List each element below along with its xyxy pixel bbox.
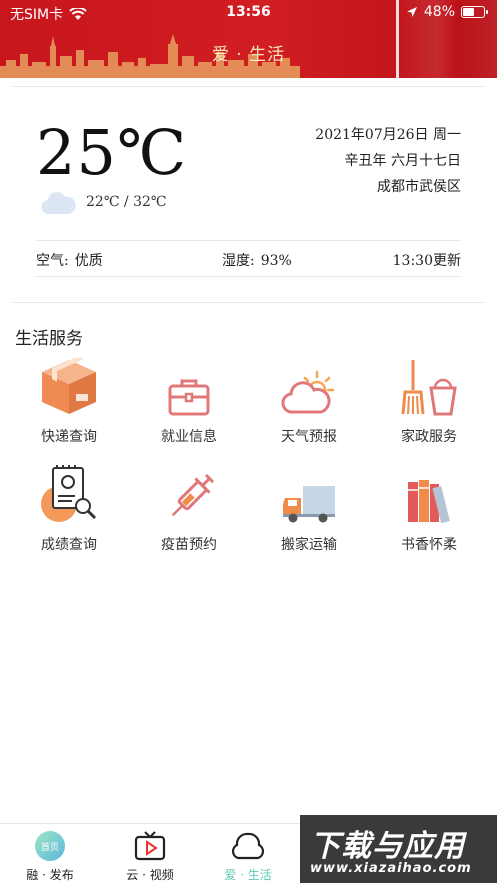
service-score-query[interactable]: 成绩查询: [14, 460, 124, 554]
tab-label: 融 · 发布: [26, 868, 74, 882]
air-quality: 空气: 优质: [36, 250, 103, 270]
syringe-icon: [171, 474, 214, 517]
tv-play-icon: [134, 831, 166, 861]
humidity-label: 湿度:: [222, 253, 255, 269]
location-arrow-icon: [406, 7, 417, 17]
app-header: 无SIM卡 13:56 48% 爱 · 生活: [0, 0, 497, 78]
air-quality-label: 空气:: [36, 253, 69, 269]
life-icon: [232, 832, 264, 860]
service-label: 搬家运输: [281, 537, 337, 553]
books-icon: [408, 480, 450, 524]
top-divider: [12, 86, 485, 87]
service-label: 就业信息: [161, 429, 217, 445]
humidity: 湿度: 93%: [222, 250, 292, 270]
location-label: 成都市武侯区: [377, 179, 461, 195]
service-label: 快递查询: [41, 429, 97, 445]
battery-percent: 48%: [423, 4, 455, 20]
battery-icon: [461, 6, 488, 18]
tab-life[interactable]: 爱 · 生活: [208, 830, 288, 883]
site-watermark: 下载与应用 www.xiazaihao.com: [300, 815, 497, 883]
section-divider: [12, 302, 485, 303]
update-time: 13:30更新: [392, 253, 461, 269]
home-icon: 首页: [35, 831, 65, 861]
humidity-value: 93%: [260, 253, 292, 269]
service-label: 天气预报: [281, 429, 337, 445]
broom-bucket-icon: [401, 360, 457, 416]
status-bar: 无SIM卡 13:56 48%: [0, 0, 497, 24]
home-badge-text: 首页: [40, 842, 59, 853]
service-books[interactable]: 书香怀柔: [374, 460, 484, 554]
service-weather-forecast[interactable]: 天气预报: [254, 352, 364, 446]
weather-inner-divider-bottom: [36, 276, 461, 277]
current-temperature: 25℃: [36, 116, 188, 189]
service-vaccine-booking[interactable]: 疫苗预约: [134, 460, 244, 554]
service-express-query[interactable]: 快递查询: [14, 352, 124, 446]
date-location-block: 2021年07月26日 周一 辛丑年 六月十七日 成都市武侯区: [315, 122, 461, 200]
certificate-icon: [41, 465, 97, 522]
watermark-line1: 下载与应用: [310, 829, 465, 864]
solar-date: 2021年07月26日 周一: [315, 127, 461, 143]
tab-label: 云 · 视频: [126, 868, 174, 882]
watermark-line2: www.xiazaihao.com: [310, 861, 472, 876]
status-right-group: 48%: [406, 4, 488, 20]
services-title: 生活服务: [15, 329, 83, 349]
tab-video[interactable]: 云 · 视频: [110, 830, 190, 883]
service-housekeeping[interactable]: 家政服务: [374, 352, 484, 446]
tab-release[interactable]: 首页 融 · 发布: [10, 830, 90, 883]
air-quality-value: 优质: [74, 253, 103, 269]
package-icon: [42, 358, 96, 414]
truck-icon: [283, 486, 335, 523]
service-job-info[interactable]: 就业信息: [134, 352, 244, 446]
service-label: 书香怀柔: [401, 537, 457, 553]
page-title: 爱 · 生活: [211, 45, 286, 65]
service-moving[interactable]: 搬家运输: [254, 460, 364, 554]
weather-inner-divider-top: [36, 240, 461, 241]
temperature-range: 22℃ / 32℃: [86, 194, 167, 210]
weather-icon: [281, 370, 335, 414]
service-label: 疫苗预约: [161, 537, 217, 553]
service-label: 家政服务: [401, 429, 457, 445]
cloud-icon: [41, 192, 76, 215]
tab-label: 爱 · 生活: [224, 868, 272, 882]
lunar-date: 辛丑年 六月十七日: [344, 153, 461, 169]
service-label: 成绩查询: [41, 537, 97, 553]
briefcase-icon: [168, 379, 210, 416]
